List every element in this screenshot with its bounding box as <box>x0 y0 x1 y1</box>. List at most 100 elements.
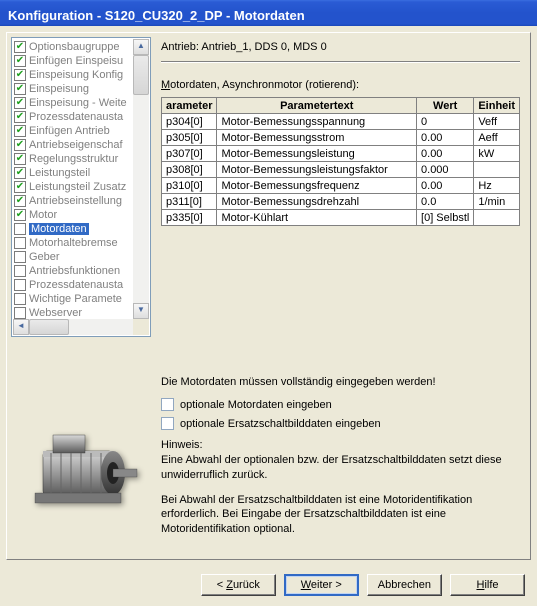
table-cell[interactable]: 0 <box>417 114 474 130</box>
table-cell[interactable]: p308[0] <box>162 162 217 178</box>
tree-item[interactable]: ✔Motorhaltebremse <box>14 236 148 250</box>
checkbox-icon[interactable]: ✔ <box>14 55 26 67</box>
checkbox-icon[interactable]: ✔ <box>14 195 26 207</box>
optional-ersatz-checkbox[interactable] <box>161 417 174 430</box>
table-row[interactable]: p310[0]Motor-Bemessungsfrequenz0.00Hz <box>162 178 520 194</box>
tree-item-label: Motorhaltebremse <box>29 237 118 249</box>
tree-item[interactable]: ✔Antriebseinstellung <box>14 194 148 208</box>
table-cell[interactable] <box>474 162 520 178</box>
parameter-table[interactable]: arameter Parametertext Wert Einheit p304… <box>161 97 520 226</box>
tree-item-label: Einspeisung - Weite <box>29 97 127 109</box>
scroll-track[interactable] <box>133 95 149 303</box>
tree-item[interactable]: ✔Antriebseigenschaf <box>14 138 148 152</box>
tree-item[interactable]: ✔Antriebsfunktionen <box>14 264 148 278</box>
table-cell[interactable]: p335[0] <box>162 210 217 226</box>
tree-item[interactable]: ✔Leistungsteil Zusatz <box>14 180 148 194</box>
tree-item[interactable]: ✔Prozessdatenausta <box>14 278 148 292</box>
checkbox-icon[interactable]: ✔ <box>14 111 26 123</box>
tree-item[interactable]: ✔Leistungsteil <box>14 166 148 180</box>
table-cell[interactable]: Aeff <box>474 130 520 146</box>
table-row[interactable]: p308[0]Motor-Bemessungsleistungsfaktor0.… <box>162 162 520 178</box>
table-cell[interactable]: p305[0] <box>162 130 217 146</box>
table-row[interactable]: p335[0]Motor-Kühlart[0] Selbstl <box>162 210 520 226</box>
tree-item[interactable]: ✔Motor <box>14 208 148 222</box>
scroll-thumb[interactable] <box>133 55 149 95</box>
table-cell[interactable] <box>474 210 520 226</box>
table-cell[interactable]: Motor-Bemessungsdrehzahl <box>217 194 417 210</box>
table-cell[interactable]: Motor-Bemessungsleistung <box>217 146 417 162</box>
tree-item[interactable]: ✔Motordaten <box>14 222 148 236</box>
optional-motordata-row: optionale Motordaten eingeben <box>161 398 520 411</box>
hscroll-track[interactable] <box>69 319 133 335</box>
hscroll-thumb[interactable] <box>29 319 69 335</box>
tree-item-label: Einfügen Einspeisu <box>29 55 123 67</box>
tree-item[interactable]: ✔Einfügen Einspeisu <box>14 54 148 68</box>
checkbox-icon[interactable]: ✔ <box>14 293 26 305</box>
table-row[interactable]: p311[0]Motor-Bemessungsdrehzahl0.01/min <box>162 194 520 210</box>
scroll-left-button[interactable]: ◄ <box>13 319 29 335</box>
warning-text: Die Motordaten müssen vollständig eingeg… <box>161 376 520 388</box>
scroll-up-button[interactable]: ▲ <box>133 39 149 55</box>
tree-item[interactable]: ✔Einfügen Antrieb <box>14 124 148 138</box>
table-cell[interactable]: kW <box>474 146 520 162</box>
tree-item[interactable]: ✔Geber <box>14 250 148 264</box>
checkbox-icon[interactable]: ✔ <box>14 279 26 291</box>
checkbox-icon[interactable]: ✔ <box>14 237 26 249</box>
table-cell[interactable]: 1/min <box>474 194 520 210</box>
checkbox-icon[interactable]: ✔ <box>14 139 26 151</box>
table-cell[interactable]: Hz <box>474 178 520 194</box>
table-cell[interactable]: [0] Selbstl <box>417 210 474 226</box>
next-button[interactable]: Weiter > <box>284 574 359 596</box>
table-cell[interactable]: Motor-Bemessungsleistungsfaktor <box>217 162 417 178</box>
tree-item[interactable]: ✔Wichtige Paramete <box>14 292 148 306</box>
tree-item[interactable]: ✔Einspeisung <box>14 82 148 96</box>
tree-horizontal-scrollbar[interactable]: ◄ ► <box>13 319 149 335</box>
navigation-tree[interactable]: ✔Optionsbaugruppe✔Einfügen Einspeisu✔Ein… <box>11 37 151 337</box>
optional-motordata-checkbox[interactable] <box>161 398 174 411</box>
cancel-button[interactable]: Abbrechen <box>367 574 442 596</box>
table-row[interactable]: p305[0]Motor-Bemessungsstrom0.00Aeff <box>162 130 520 146</box>
table-cell[interactable]: 0.00 <box>417 178 474 194</box>
tree-vertical-scrollbar[interactable]: ▲ ▼ <box>133 39 149 319</box>
tree-item[interactable]: ✔Optionsbaugruppe <box>14 40 148 54</box>
table-cell[interactable]: 0.0 <box>417 194 474 210</box>
checkbox-icon[interactable]: ✔ <box>14 209 26 221</box>
tree-item[interactable]: ✔Webserver <box>14 306 148 320</box>
table-row[interactable]: p307[0]Motor-Bemessungsleistung0.00kW <box>162 146 520 162</box>
back-button[interactable]: < Zurück <box>201 574 276 596</box>
checkbox-icon[interactable]: ✔ <box>14 181 26 193</box>
table-cell[interactable]: p307[0] <box>162 146 217 162</box>
checkbox-icon[interactable]: ✔ <box>14 251 26 263</box>
tree-item[interactable]: ✔Regelungsstruktur <box>14 152 148 166</box>
scroll-down-button[interactable]: ▼ <box>133 303 149 319</box>
checkbox-icon[interactable]: ✔ <box>14 223 26 235</box>
checkbox-icon[interactable]: ✔ <box>14 125 26 137</box>
table-cell[interactable]: Veff <box>474 114 520 130</box>
table-cell[interactable]: 0.00 <box>417 130 474 146</box>
tree-item[interactable]: ✔Prozessdatenausta <box>14 110 148 124</box>
tree-item-label: Wichtige Paramete <box>29 293 122 305</box>
help-button[interactable]: Hilfe <box>450 574 525 596</box>
tree-item[interactable]: ✔Einspeisung - Weite <box>14 96 148 110</box>
checkbox-icon[interactable]: ✔ <box>14 69 26 81</box>
checkbox-icon[interactable]: ✔ <box>14 265 26 277</box>
table-cell[interactable]: Motor-Bemessungsspannung <box>217 114 417 130</box>
checkbox-icon[interactable]: ✔ <box>14 41 26 53</box>
table-cell[interactable]: 0.00 <box>417 146 474 162</box>
table-cell[interactable]: Motor-Bemessungsfrequenz <box>217 178 417 194</box>
table-cell[interactable]: p310[0] <box>162 178 217 194</box>
window-title: Konfiguration - S120_CU320_2_DP - Motord… <box>8 8 305 23</box>
checkbox-icon[interactable]: ✔ <box>14 167 26 179</box>
checkbox-icon[interactable]: ✔ <box>14 153 26 165</box>
table-row[interactable]: p304[0]Motor-Bemessungsspannung0Veff <box>162 114 520 130</box>
checkbox-icon[interactable]: ✔ <box>14 307 26 319</box>
checkbox-icon[interactable]: ✔ <box>14 83 26 95</box>
tree-item-label: Webserver <box>29 307 82 319</box>
table-cell[interactable]: Motor-Kühlart <box>217 210 417 226</box>
checkbox-icon[interactable]: ✔ <box>14 97 26 109</box>
table-cell[interactable]: 0.000 <box>417 162 474 178</box>
table-cell[interactable]: Motor-Bemessungsstrom <box>217 130 417 146</box>
table-cell[interactable]: p311[0] <box>162 194 217 210</box>
tree-item[interactable]: ✔Einspeisung Konfig <box>14 68 148 82</box>
table-cell[interactable]: p304[0] <box>162 114 217 130</box>
